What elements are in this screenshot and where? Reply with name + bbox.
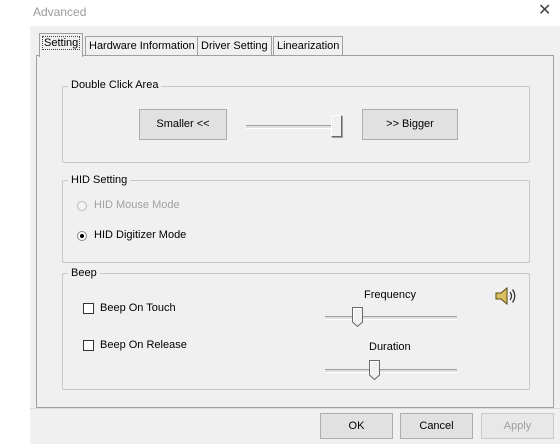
frequency-slider-track[interactable] — [325, 316, 457, 320]
hid-digitizer-mode-label: HID Digitizer Mode — [94, 229, 187, 241]
beep-title: Beep — [68, 267, 100, 279]
beep-on-release-checkbox[interactable] — [83, 340, 94, 351]
double-click-area-slider-track[interactable] — [246, 125, 342, 129]
hid-setting-title: HID Setting — [68, 174, 131, 186]
beep-group — [62, 273, 530, 390]
smaller-button[interactable]: Smaller << — [139, 109, 227, 140]
speaker-icon — [494, 285, 520, 310]
double-click-area-title: Double Click Area — [68, 79, 162, 91]
tab-linearization[interactable]: Linearization — [273, 36, 344, 56]
beep-on-release-label: Beep On Release — [100, 339, 187, 351]
tab-hardware-information-label: Hardware Information — [89, 40, 195, 52]
window-title: Advanced — [33, 5, 87, 19]
ok-button[interactable]: OK — [320, 413, 393, 439]
close-icon[interactable]: ✕ — [538, 2, 551, 20]
hid-digitizer-mode-radio[interactable] — [77, 231, 87, 241]
duration-label: Duration — [369, 341, 411, 353]
hid-mouse-mode-label: HID Mouse Mode — [94, 199, 180, 211]
footer-divider — [30, 408, 560, 409]
tab-driver-setting-label: Driver Setting — [201, 40, 268, 52]
apply-button[interactable]: Apply — [481, 413, 554, 439]
bigger-button[interactable]: >> Bigger — [362, 109, 458, 140]
cancel-button[interactable]: Cancel — [400, 413, 473, 439]
beep-on-touch-label: Beep On Touch — [100, 302, 176, 314]
tab-setting[interactable]: Setting — [39, 33, 84, 57]
tab-linearization-label: Linearization — [277, 40, 340, 52]
tab-hardware-information[interactable]: Hardware Information — [85, 36, 199, 56]
radio-selected-dot — [80, 234, 84, 238]
duration-slider-track[interactable] — [325, 369, 457, 373]
hid-setting-group — [62, 180, 530, 263]
double-click-area-slider-thumb[interactable] — [331, 115, 342, 137]
tab-driver-setting[interactable]: Driver Setting — [197, 36, 272, 56]
hid-mouse-mode-radio[interactable] — [77, 201, 87, 211]
tab-setting-label: Setting — [41, 36, 81, 50]
tab-panel-setting: Double Click Area Smaller << >> Bigger H… — [36, 55, 554, 408]
frequency-slider-thumb[interactable] — [352, 307, 363, 328]
beep-on-touch-checkbox[interactable] — [83, 303, 94, 314]
frequency-label: Frequency — [364, 289, 416, 301]
duration-slider-thumb[interactable] — [369, 360, 380, 381]
